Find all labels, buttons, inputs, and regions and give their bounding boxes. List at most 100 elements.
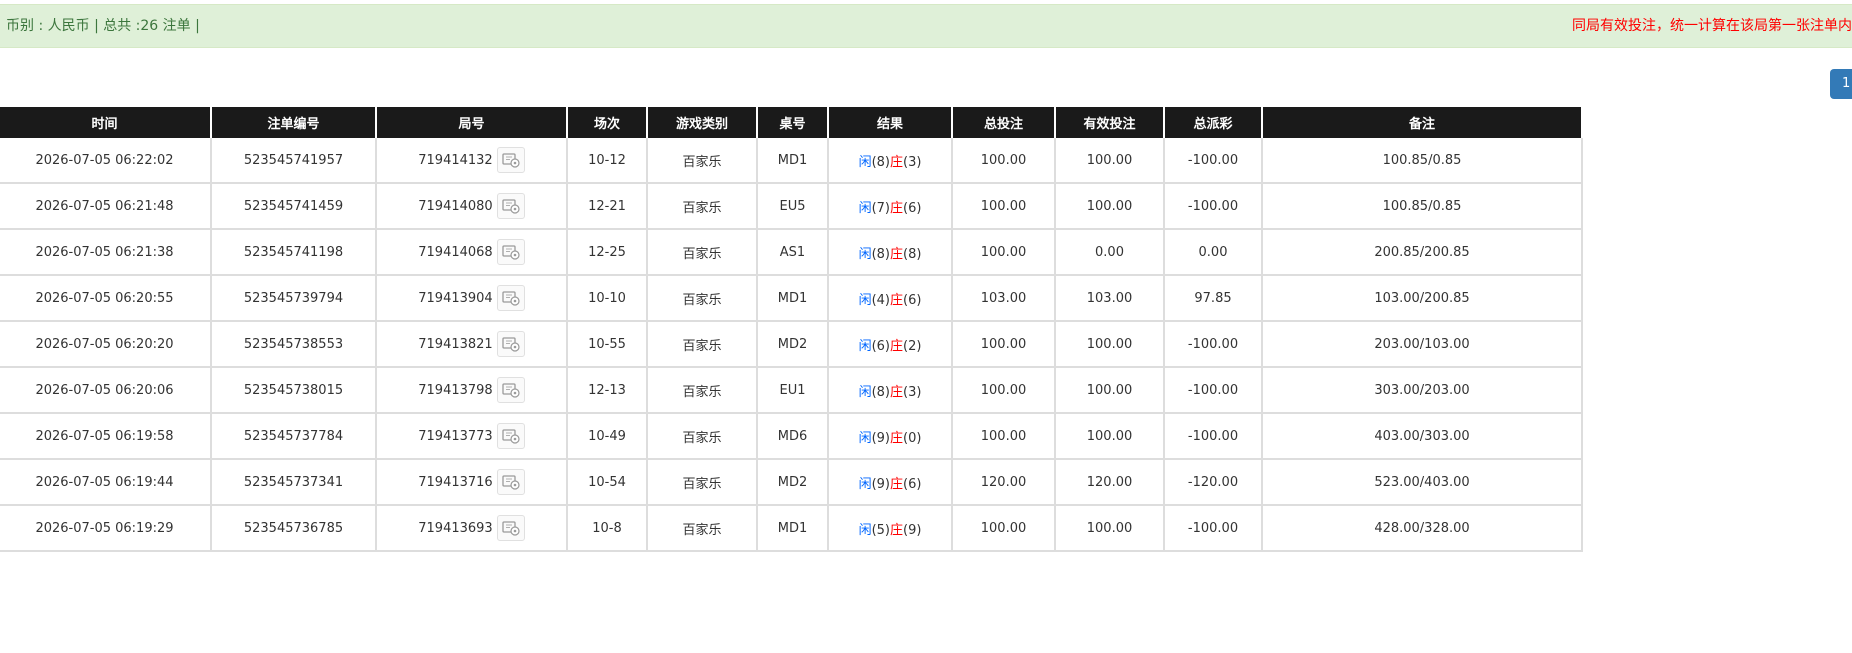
- cell-payout: -100.00: [1164, 505, 1263, 552]
- player-score: (8): [871, 384, 890, 400]
- banker-label: 庄: [890, 154, 904, 170]
- banker-score: (9): [903, 522, 922, 538]
- banker-score: (6): [903, 476, 922, 492]
- replay-video-icon[interactable]: [496, 331, 525, 357]
- replay-video-icon[interactable]: [496, 239, 525, 265]
- cell-game-type: 百家乐: [647, 505, 758, 552]
- cell-result: 闲(7)庄(6): [828, 183, 953, 230]
- cell-table-no: MD2: [757, 321, 829, 368]
- cell-time: 2026-07-05 06:19:58: [0, 413, 212, 460]
- cell-payout: -120.00: [1164, 459, 1263, 506]
- banker-score: (8): [903, 246, 922, 262]
- cell-note: 403.00/303.00: [1262, 413, 1583, 460]
- player-label: 闲: [858, 200, 872, 216]
- cell-round-id: 719413716: [376, 459, 568, 506]
- table-row: 2026-07-05 06:20:06 523545738015 719413798…: [0, 367, 1583, 414]
- banker-label: 庄: [890, 200, 904, 216]
- cell-table-no: EU1: [757, 367, 829, 414]
- cell-shoe: 10-12: [567, 138, 648, 184]
- cell-valid-bet: 0.00: [1055, 229, 1165, 276]
- cell-time: 2026-07-05 06:19:29: [0, 505, 212, 552]
- player-label: 闲: [858, 430, 872, 446]
- table-row: 2026-07-05 06:21:48 523545741459 719414080…: [0, 183, 1583, 230]
- cell-note: 200.85/200.85: [1262, 229, 1583, 276]
- cell-note: 203.00/103.00: [1262, 321, 1583, 368]
- cell-round-id: 719414132: [376, 138, 568, 184]
- cell-bet-id: 523545737784: [211, 413, 377, 460]
- player-label: 闲: [858, 338, 872, 354]
- cell-valid-bet: 120.00: [1055, 459, 1165, 506]
- cell-result: 闲(5)庄(9): [828, 505, 953, 552]
- cell-bet-id: 523545738553: [211, 321, 377, 368]
- replay-video-icon[interactable]: [496, 515, 525, 541]
- pagination-page-button[interactable]: 1: [1830, 69, 1852, 99]
- replay-video-icon[interactable]: [496, 423, 525, 449]
- cell-shoe: 10-8: [567, 505, 648, 552]
- cell-total-bet: 100.00: [952, 367, 1056, 414]
- table-header-row: 时间 注单编号 局号 场次 游戏类别 桌号 结果 总投注 有效投注 总派彩 备注: [0, 107, 1583, 138]
- cell-round-id: 719413904: [376, 275, 568, 322]
- cell-game-type: 百家乐: [647, 275, 758, 322]
- replay-video-icon[interactable]: [496, 469, 525, 495]
- cell-table-no: MD6: [757, 413, 829, 460]
- player-label: 闲: [858, 476, 872, 492]
- cell-shoe: 10-55: [567, 321, 648, 368]
- header-total-bet: 总投注: [952, 107, 1056, 138]
- header-shoe: 场次: [567, 107, 648, 138]
- header-note: 备注: [1262, 107, 1583, 138]
- table-row: 2026-07-05 06:21:38 523545741198 719414068…: [0, 229, 1583, 276]
- table-row: 2026-07-05 06:22:02 523545741957 719414132…: [0, 138, 1583, 184]
- player-score: (4): [871, 292, 890, 308]
- cell-table-no: MD1: [757, 275, 829, 322]
- cell-round-id: 719414068: [376, 229, 568, 276]
- replay-video-icon[interactable]: [496, 285, 525, 311]
- cell-result: 闲(8)庄(3): [828, 367, 953, 414]
- replay-video-icon[interactable]: [496, 193, 525, 219]
- banker-score: (3): [903, 384, 922, 400]
- cell-table-no: AS1: [757, 229, 829, 276]
- cell-game-type: 百家乐: [647, 413, 758, 460]
- header-valid-bet: 有效投注: [1055, 107, 1165, 138]
- player-score: (7): [871, 200, 890, 216]
- cell-valid-bet: 103.00: [1055, 275, 1165, 322]
- cell-game-type: 百家乐: [647, 138, 758, 184]
- cell-bet-id: 523545738015: [211, 367, 377, 414]
- cell-bet-id: 523545739794: [211, 275, 377, 322]
- cell-table-no: MD1: [757, 505, 829, 552]
- cell-time: 2026-07-05 06:20:06: [0, 367, 212, 414]
- replay-video-icon[interactable]: [496, 377, 525, 403]
- cell-payout: -100.00: [1164, 413, 1263, 460]
- cell-result: 闲(9)庄(0): [828, 413, 953, 460]
- cell-table-no: MD1: [757, 138, 829, 184]
- cell-result: 闲(4)庄(6): [828, 275, 953, 322]
- player-score: (6): [871, 338, 890, 354]
- cell-payout: 97.85: [1164, 275, 1263, 322]
- cell-payout: -100.00: [1164, 138, 1263, 184]
- player-score: (9): [871, 476, 890, 492]
- cell-bet-id: 523545741957: [211, 138, 377, 184]
- header-game-type: 游戏类别: [647, 107, 758, 138]
- banker-score: (0): [903, 430, 922, 446]
- cell-game-type: 百家乐: [647, 229, 758, 276]
- cell-valid-bet: 100.00: [1055, 505, 1165, 552]
- header-time: 时间: [0, 107, 212, 138]
- cell-valid-bet: 100.00: [1055, 367, 1165, 414]
- cell-payout: -100.00: [1164, 183, 1263, 230]
- cell-table-no: MD2: [757, 459, 829, 506]
- cell-result: 闲(9)庄(6): [828, 459, 953, 506]
- table-row: 2026-07-05 06:20:20 523545738553 719413821…: [0, 321, 1583, 368]
- banker-label: 庄: [890, 522, 904, 538]
- cell-total-bet: 100.00: [952, 505, 1056, 552]
- cell-note: 523.00/403.00: [1262, 459, 1583, 506]
- cell-time: 2026-07-05 06:20:20: [0, 321, 212, 368]
- cell-bet-id: 523545741459: [211, 183, 377, 230]
- replay-video-icon[interactable]: [496, 147, 525, 173]
- cell-valid-bet: 100.00: [1055, 321, 1165, 368]
- cell-valid-bet: 100.00: [1055, 138, 1165, 184]
- cell-game-type: 百家乐: [647, 367, 758, 414]
- cell-shoe: 12-21: [567, 183, 648, 230]
- player-score: (9): [871, 430, 890, 446]
- cell-time: 2026-07-05 06:22:02: [0, 138, 212, 184]
- table-body: 2026-07-05 06:22:02 523545741957 719414132…: [0, 138, 1583, 552]
- round-id-text: 719414080: [418, 198, 493, 214]
